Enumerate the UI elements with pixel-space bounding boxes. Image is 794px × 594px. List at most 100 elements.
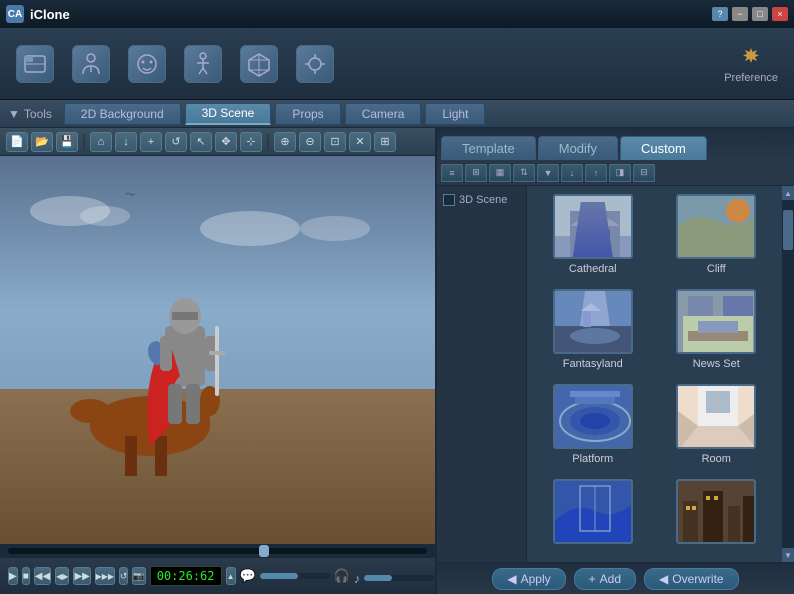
preference-label: Preference [724,72,778,84]
scene-label-platform: Platform [572,453,613,465]
save-icon[interactable]: 💾 [56,132,78,152]
app-logo: CA [6,5,24,23]
right-panel: Template Modify Custom ≡ ⊞ ▦ ⇅ ▼ ↓ ↑ ◨ ⊟… [435,128,794,594]
filter-icon[interactable]: ▼ [537,164,559,182]
help-button[interactable]: ? [712,7,728,21]
face-icon-button[interactable] [128,45,166,83]
tree-item-3dscene[interactable]: 3D Scene [441,192,522,208]
prev-button[interactable]: ◀◀ [34,567,51,585]
tab-modify[interactable]: Modify [538,136,618,160]
tab-props[interactable]: Props [275,103,340,125]
transform-icon[interactable]: ✥ [215,132,237,152]
import2-icon[interactable]: ↓ [561,164,583,182]
add-label: Add [600,572,621,586]
right-subtoolbar: ≡ ⊞ ▦ ⇅ ▼ ↓ ↑ ◨ ⊟ [437,160,794,186]
scene-label-cliff: Cliff [707,263,726,275]
home-icon[interactable]: ⌂ [90,132,112,152]
list-item[interactable] [659,479,775,554]
scene-thumb-cathedral [553,194,633,259]
delete-icon[interactable]: ✕ [349,132,371,152]
import-icon[interactable]: ↓ [115,132,137,152]
list-item[interactable]: Cliff [659,194,775,281]
next-frame-button[interactable]: ▶▶ [73,567,90,585]
apply-icon: ◀ [507,572,516,586]
maximize-button[interactable]: □ [752,7,768,21]
stop-button[interactable]: ■ [22,567,30,585]
open-icon[interactable]: 📂 [31,132,53,152]
bird: 〜 [125,186,135,201]
fit-icon[interactable]: ⊡ [324,132,346,152]
scroll-down-button[interactable]: ▼ [782,548,794,562]
apply-button[interactable]: ◀ Apply [492,568,565,590]
app-title-area: CA iClone [6,5,70,23]
tab-camera[interactable]: Camera [345,103,422,125]
tab-template[interactable]: Template [441,136,536,160]
scene-thumb-fantasyland [553,289,633,354]
music-icon: ♪ [354,571,361,586]
content-icon [16,45,54,83]
select-icon[interactable]: ↖ [190,132,212,152]
scroll-thumb[interactable] [783,210,793,250]
timecode-up-button[interactable]: ▲ [226,567,236,585]
scene3d-icon-button[interactable] [240,45,278,83]
pointer2-icon[interactable]: ⊹ [240,132,262,152]
scene-label-fantasyland: Fantasyland [563,358,623,370]
scroll-up-button[interactable]: ▲ [782,186,794,200]
tab-2d-background[interactable]: 2D Background [64,103,181,125]
overwrite-button[interactable]: ◀ Overwrite [644,568,739,590]
motion-icon-button[interactable] [184,45,222,83]
scene-thumb-extra2 [676,479,756,544]
list-item[interactable]: News Set [659,289,775,376]
view-grid-lg-icon[interactable]: ▦ [489,164,511,182]
tree-checkbox[interactable] [443,194,455,206]
speech-slider[interactable] [260,573,330,579]
preference-button[interactable]: Preference [724,44,778,84]
scene-thumb-cliff [676,194,756,259]
rotate-icon[interactable]: ↺ [165,132,187,152]
add-scene-icon[interactable]: + [140,132,162,152]
play-button[interactable]: ▶ [8,567,18,585]
view-grid-sm-icon[interactable]: ⊞ [465,164,487,182]
loop-button[interactable]: ↺ [119,567,129,585]
scene-thumb-platform [553,384,633,449]
list-item[interactable] [535,479,651,554]
export-icon[interactable]: ↑ [585,164,607,182]
scene-thumb-newsset [676,289,756,354]
add-button[interactable]: + Add [574,568,636,590]
overwrite-icon: ◀ [659,572,668,586]
tab-3d-scene[interactable]: 3D Scene [185,103,272,125]
list-item[interactable]: Cathedral [535,194,651,281]
zoom-out-icon[interactable]: ⊖ [299,132,321,152]
effect-icon-button[interactable] [296,45,334,83]
minimize-button[interactable]: − [732,7,748,21]
apply-label: Apply [521,572,551,586]
tools-expand-icon: ▼ [8,107,20,121]
fast-forward-button[interactable]: ▶▶▶ [95,567,115,585]
extra-icon[interactable]: ⊞ [374,132,396,152]
actor-icon-button[interactable] [72,45,110,83]
new-icon[interactable]: 📄 [6,132,28,152]
music-slider[interactable] [364,575,434,581]
list-item[interactable]: Platform [535,384,651,471]
timeline-bar[interactable] [0,544,435,558]
close-button[interactable]: × [772,7,788,21]
tab-light[interactable]: Light [425,103,485,125]
scene-label-room: Room [702,453,731,465]
list-item[interactable]: Room [659,384,775,471]
content-icon-button[interactable] [16,45,54,83]
timeline-track[interactable] [8,548,427,554]
timeline-handle[interactable] [259,545,269,557]
sort-icon[interactable]: ⇅ [513,164,535,182]
window-controls: ? − □ × [712,7,788,21]
scroll-track[interactable] [782,200,794,548]
view-list-icon[interactable]: ≡ [441,164,463,182]
tab-custom[interactable]: Custom [620,136,707,160]
zoom-in-icon[interactable]: ⊕ [274,132,296,152]
timecode-display: 00:26:62 [150,566,222,586]
right-tb-extra2[interactable]: ⊟ [633,164,655,182]
camera-record-button[interactable]: 📷 [132,567,145,585]
right-tb-extra1[interactable]: ◨ [609,164,631,182]
list-item[interactable]: Fantasyland [535,289,651,376]
right-bottom-buttons: ◀ Apply + Add ◀ Overwrite [437,562,794,594]
rewind-button[interactable]: ◀▶ [55,567,69,585]
